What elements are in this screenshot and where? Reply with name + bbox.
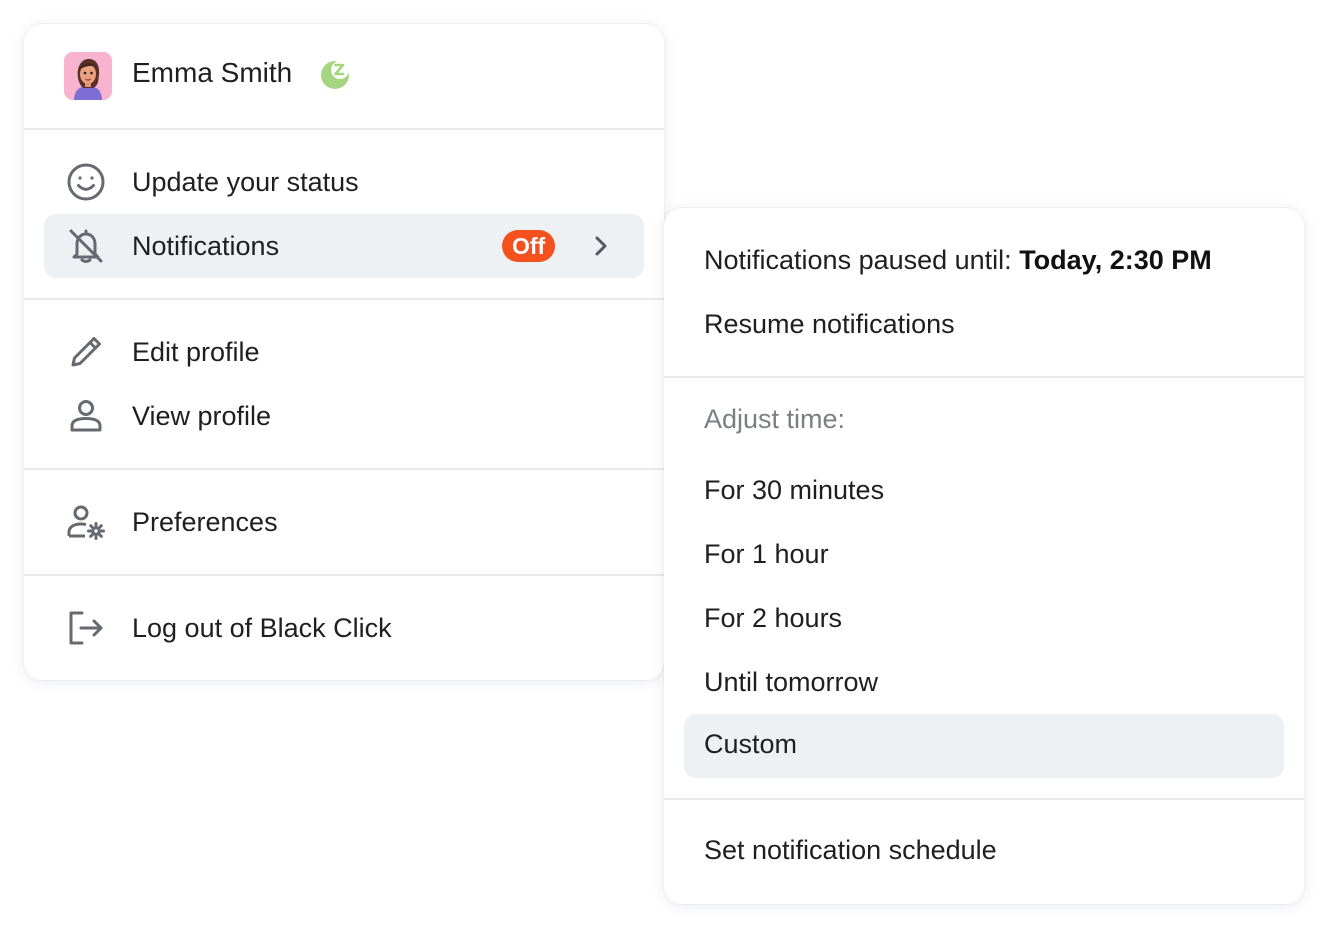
divider xyxy=(24,574,664,576)
option-label: For 30 minutes xyxy=(704,475,885,505)
paused-until-time: Today, 2:30 PM xyxy=(1019,245,1212,275)
preferences-label: Preferences xyxy=(132,506,278,537)
set-notification-schedule-item[interactable]: Set notification schedule xyxy=(684,820,1284,884)
paused-until-text: Notifications paused until: Today, 2:30 … xyxy=(704,245,1212,276)
option-label: Until tomorrow xyxy=(704,667,879,697)
bell-off-icon xyxy=(64,226,108,266)
snooze-icon xyxy=(320,60,350,90)
view-profile-item[interactable]: View profile xyxy=(44,384,644,448)
paused-until-prefix: Notifications paused until: xyxy=(704,245,1020,275)
option-custom[interactable]: Custom xyxy=(684,714,1284,778)
divider xyxy=(664,798,1304,800)
notifications-status-badge: Off xyxy=(502,230,556,262)
user-name: Emma Smith xyxy=(132,57,293,88)
notifications-submenu: Notifications paused until: Today, 2:30 … xyxy=(664,208,1304,904)
avatar[interactable] xyxy=(64,52,112,100)
adjust-time-heading: Adjust time: xyxy=(704,404,846,434)
divider xyxy=(24,468,664,470)
pencil-icon xyxy=(64,332,108,372)
update-status-item[interactable]: Update your status xyxy=(44,150,644,214)
edit-profile-item[interactable]: Edit profile xyxy=(44,320,644,384)
preferences-item[interactable]: Preferences xyxy=(44,490,644,554)
edit-profile-label: Edit profile xyxy=(132,336,260,367)
resume-notifications-label: Resume notifications xyxy=(704,309,955,339)
set-notification-schedule-label: Set notification schedule xyxy=(704,835,997,865)
person-gear-icon xyxy=(64,502,108,542)
update-status-label: Update your status xyxy=(132,166,359,197)
divider xyxy=(24,128,664,130)
resume-notifications-item[interactable]: Resume notifications xyxy=(684,294,1284,358)
divider xyxy=(24,298,664,300)
option-2-hours[interactable]: For 2 hours xyxy=(684,588,1284,652)
option-label: Custom xyxy=(704,729,798,759)
person-icon xyxy=(64,396,108,436)
logout-icon xyxy=(64,608,108,648)
chevron-right-icon xyxy=(588,234,612,258)
option-label: For 1 hour xyxy=(704,539,829,569)
option-1-hour[interactable]: For 1 hour xyxy=(684,524,1284,588)
logout-label: Log out of Black Click xyxy=(132,612,392,643)
option-30-minutes[interactable]: For 30 minutes xyxy=(684,460,1284,524)
logout-item[interactable]: Log out of Black Click xyxy=(44,596,644,660)
smiley-icon xyxy=(64,162,108,202)
divider xyxy=(664,376,1304,378)
notifications-label: Notifications xyxy=(132,230,280,261)
view-profile-label: View profile xyxy=(132,400,272,431)
option-label: For 2 hours xyxy=(704,603,843,633)
user-menu: Emma Smith Update your status Notificati… xyxy=(24,24,664,680)
notifications-item[interactable]: Notifications Off xyxy=(44,214,644,278)
option-until-tomorrow[interactable]: Until tomorrow xyxy=(684,652,1284,716)
